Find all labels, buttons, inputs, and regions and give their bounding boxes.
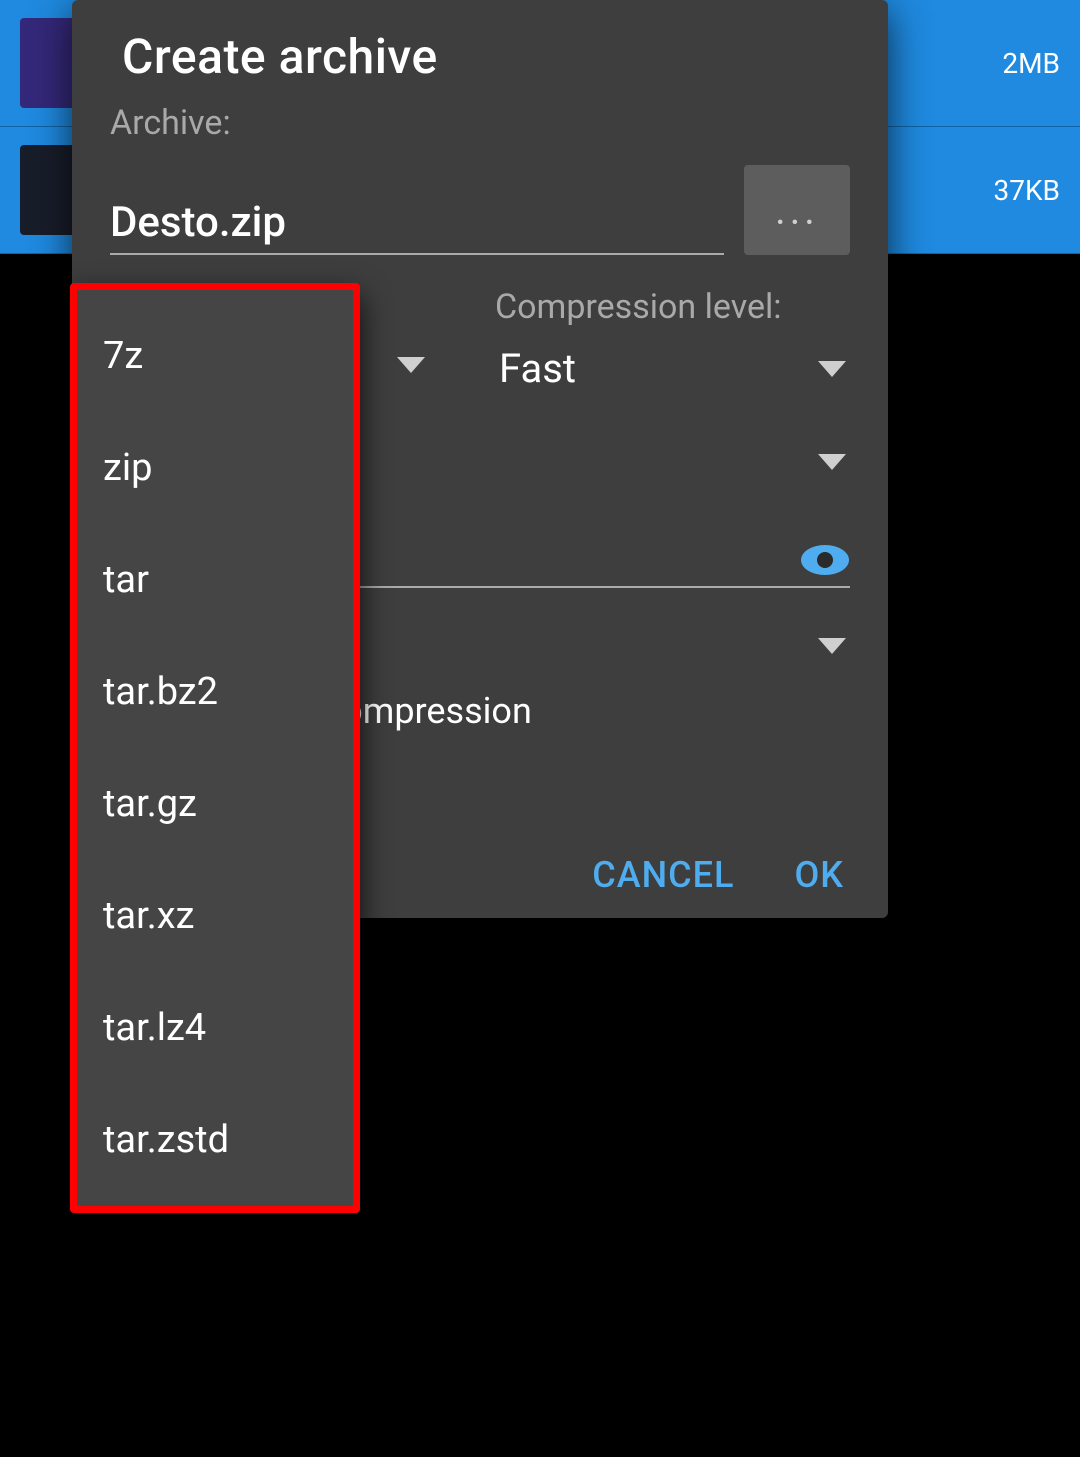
file-size: 37KB xyxy=(994,174,1061,207)
ok-button[interactable]: OK xyxy=(794,854,844,896)
archive-label: Archive: xyxy=(110,103,850,143)
compression-spinner[interactable]: Fast xyxy=(495,339,850,398)
format-option-zip[interactable]: zip xyxy=(77,412,353,524)
dropdown-icon[interactable] xyxy=(397,357,425,373)
archive-filename-value: Desto.zip xyxy=(110,198,724,247)
compression-label: Compression level: xyxy=(495,287,850,327)
dialog-title: Create archive xyxy=(122,28,850,85)
compression-value: Fast xyxy=(499,345,576,392)
browse-button[interactable]: ... xyxy=(744,165,850,255)
dropdown-icon xyxy=(818,361,846,377)
archive-filename-input[interactable]: Desto.zip xyxy=(110,198,724,255)
eye-icon[interactable] xyxy=(800,542,850,578)
archive-format-dropdown: 7z zip tar tar.bz2tar.gz tar.xz tar.lz4 … xyxy=(70,283,360,1213)
file-size: 2MB xyxy=(1002,47,1060,80)
format-option-tarzstd[interactable]: tar.zstd xyxy=(77,1084,353,1196)
browse-label: ... xyxy=(775,187,819,234)
dropdown-icon xyxy=(818,638,846,654)
format-option-tarlz4[interactable]: tar.lz4 xyxy=(77,972,353,1084)
format-option-targz[interactable]: tar.gz xyxy=(77,748,353,860)
cancel-button[interactable]: CANCEL xyxy=(592,854,734,896)
format-option-tarxz[interactable]: tar.xz xyxy=(77,860,353,972)
format-option-tar[interactable]: tar xyxy=(77,524,353,636)
dropdown-icon xyxy=(818,454,846,470)
format-option-7z[interactable]: 7z xyxy=(77,300,353,412)
format-option-tarbz2[interactable]: tar.bz2 xyxy=(77,636,353,748)
